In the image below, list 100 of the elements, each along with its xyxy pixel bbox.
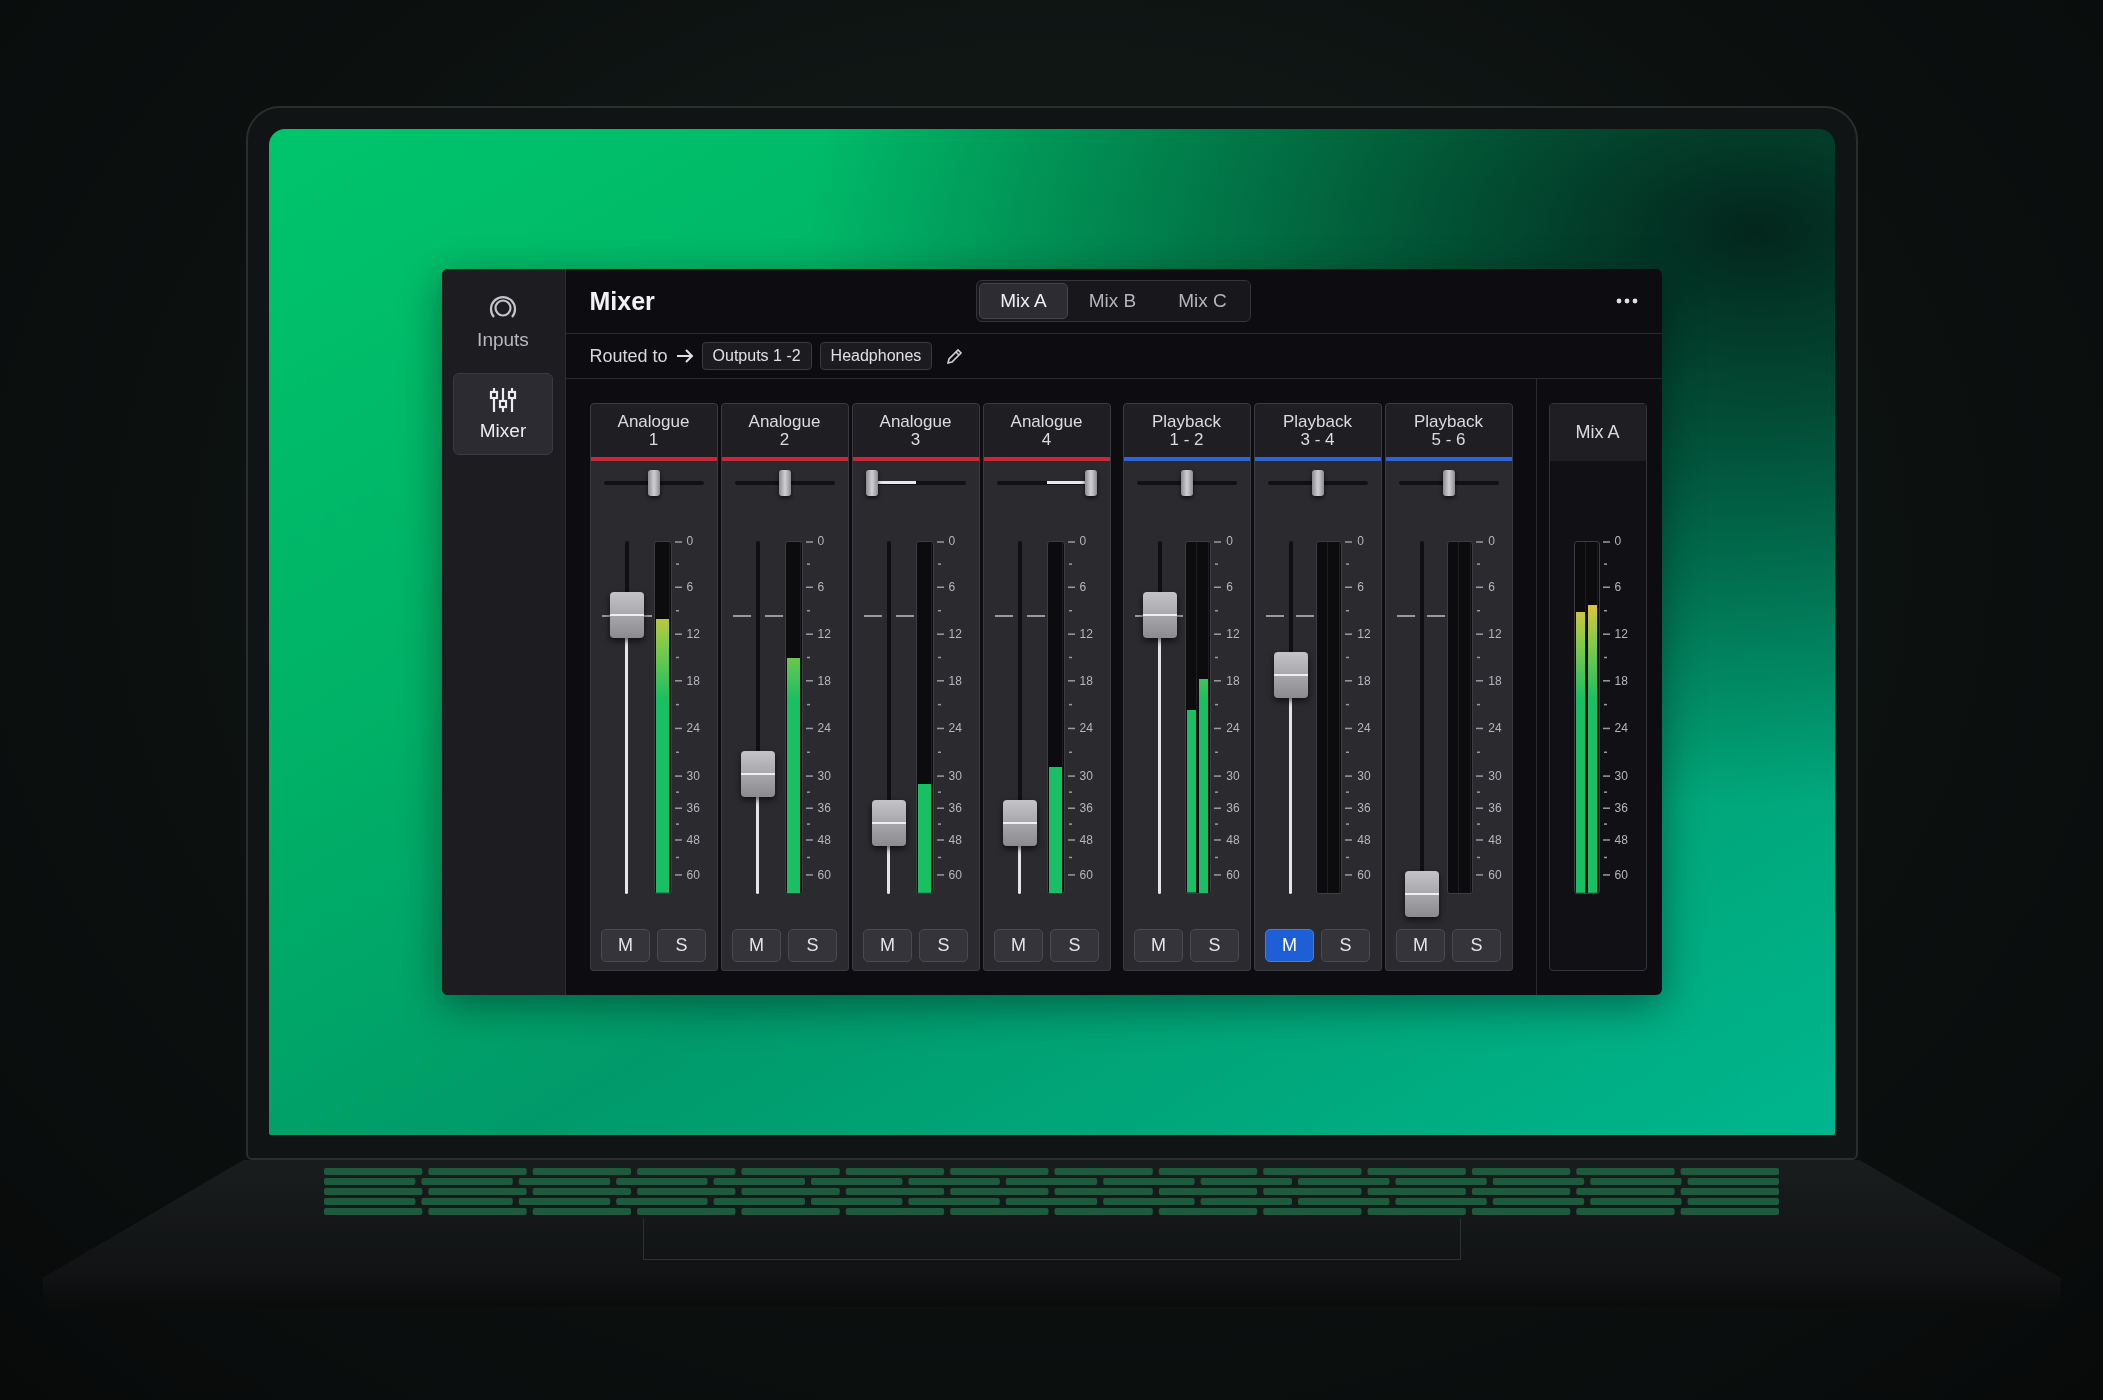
output-chip[interactable]: Headphones	[819, 342, 933, 370]
solo-button[interactable]: S	[788, 929, 837, 962]
solo-button[interactable]: S	[919, 929, 968, 962]
scale-label: 60	[1488, 867, 1502, 882]
scale-label: 6	[948, 580, 956, 595]
scale-label: 60	[1357, 867, 1371, 882]
scale-label: 48	[948, 833, 962, 847]
pan-thumb[interactable]	[778, 470, 791, 496]
scale-label: 18	[1226, 673, 1240, 688]
sidebar-item[interactable]: Mixer	[453, 373, 553, 455]
pan-thumb[interactable]	[1311, 470, 1324, 496]
scale-label: 48	[1079, 833, 1093, 847]
scale-label: 0	[686, 534, 694, 548]
pan-slider[interactable]	[1136, 470, 1237, 496]
pencil-icon[interactable]	[946, 347, 965, 365]
scale-label: 30	[686, 769, 700, 784]
scale-label: 24	[1357, 721, 1371, 736]
channel-name: Analogue 2	[721, 404, 848, 461]
scale-label: 48	[1488, 833, 1502, 847]
scale-label: 48	[686, 833, 700, 847]
scale-label: 36	[1614, 801, 1628, 816]
solo-button[interactable]: S	[1321, 929, 1370, 962]
scale-label: 36	[1079, 801, 1093, 816]
channel-name: Analogue 1	[590, 404, 717, 461]
fader-thumb[interactable]	[1142, 592, 1177, 639]
scale-label: 6	[1488, 580, 1496, 595]
fader-thumb[interactable]	[740, 750, 775, 797]
scale-label: 36	[1357, 801, 1371, 816]
sliders-icon	[489, 386, 517, 414]
scale-label: 18	[1357, 673, 1371, 688]
scale-label: 6	[817, 580, 825, 595]
mute-button[interactable]: M	[994, 929, 1043, 962]
pan-slider[interactable]	[603, 470, 704, 496]
solo-button[interactable]: S	[1452, 929, 1501, 962]
channel-name: Playback 3 - 4	[1254, 404, 1381, 461]
pan-slider[interactable]	[734, 470, 835, 496]
scale-label: 30	[1488, 769, 1502, 784]
routing-label: Routed to	[589, 345, 668, 367]
scale-label: 18	[1488, 673, 1502, 688]
scale-label: 24	[1614, 721, 1628, 736]
pan-thumb[interactable]	[865, 470, 878, 496]
scale-label: 12	[1488, 627, 1502, 642]
channel-name: Playback 5 - 6	[1385, 404, 1512, 461]
mix-tab[interactable]: Mix C	[1157, 283, 1248, 319]
mute-button[interactable]: M	[1134, 929, 1183, 962]
pan-slider[interactable]	[865, 470, 966, 496]
scale-label: 0	[1079, 534, 1087, 548]
scale-label: 12	[1614, 627, 1628, 642]
mute-button[interactable]: M	[863, 929, 912, 962]
scale-label: 60	[1079, 867, 1093, 882]
solo-button[interactable]: S	[657, 929, 706, 962]
scale-label: 36	[1226, 801, 1240, 816]
scale-label: 36	[948, 801, 962, 816]
pan-thumb[interactable]	[647, 470, 660, 496]
scale-label: 24	[1079, 721, 1093, 736]
pan-slider[interactable]	[1267, 470, 1368, 496]
scale-label: 60	[817, 867, 831, 882]
scale-label: 24	[817, 721, 831, 736]
scale-label: 0	[1226, 534, 1234, 548]
channel-name: Analogue 4	[983, 404, 1110, 461]
fader-thumb[interactable]	[1404, 871, 1439, 917]
scale-label: 48	[1614, 833, 1628, 847]
mute-button[interactable]: M	[601, 929, 650, 962]
master-name: Mix A	[1549, 404, 1646, 461]
sidebar-item[interactable]: Inputs	[453, 281, 553, 363]
fader-thumb[interactable]	[609, 592, 644, 639]
mute-button[interactable]: M	[1265, 929, 1314, 962]
scale-label: 60	[948, 867, 962, 882]
scale-label: 12	[948, 627, 962, 642]
pan-thumb[interactable]	[1442, 470, 1455, 496]
scale-label: 30	[1614, 769, 1628, 784]
fader-thumb[interactable]	[1002, 800, 1037, 847]
scale-label: 0	[1488, 534, 1496, 548]
scale-label: 24	[1226, 721, 1240, 736]
scale-label: 24	[948, 721, 962, 736]
pan-thumb[interactable]	[1084, 470, 1097, 496]
scale-label: 30	[1357, 769, 1371, 784]
pan-slider[interactable]	[996, 470, 1097, 496]
solo-button[interactable]: S	[1190, 929, 1239, 962]
mix-tab[interactable]: Mix A	[979, 283, 1068, 319]
more-icon[interactable]	[1615, 298, 1638, 304]
scale-label: 36	[1488, 801, 1502, 816]
scale-label: 0	[1357, 534, 1365, 548]
scale-label: 60	[686, 867, 700, 882]
scale-label: 60	[1614, 867, 1628, 882]
scale-label: 48	[817, 833, 831, 847]
fader-thumb[interactable]	[871, 800, 906, 847]
mute-button[interactable]: M	[732, 929, 781, 962]
scale-label: 18	[1614, 673, 1628, 688]
pan-thumb[interactable]	[1180, 470, 1193, 496]
fader-thumb[interactable]	[1273, 652, 1308, 699]
pan-slider[interactable]	[1398, 470, 1499, 496]
output-chip[interactable]: Outputs 1 -2	[701, 342, 812, 370]
mute-button[interactable]: M	[1396, 929, 1445, 962]
scale-label: 18	[1079, 673, 1093, 688]
solo-button[interactable]: S	[1050, 929, 1099, 962]
scale-label: 30	[1079, 769, 1093, 784]
scale-label: 30	[1226, 769, 1240, 784]
scale-label: 18	[817, 673, 831, 688]
mix-tab[interactable]: Mix B	[1067, 283, 1158, 319]
